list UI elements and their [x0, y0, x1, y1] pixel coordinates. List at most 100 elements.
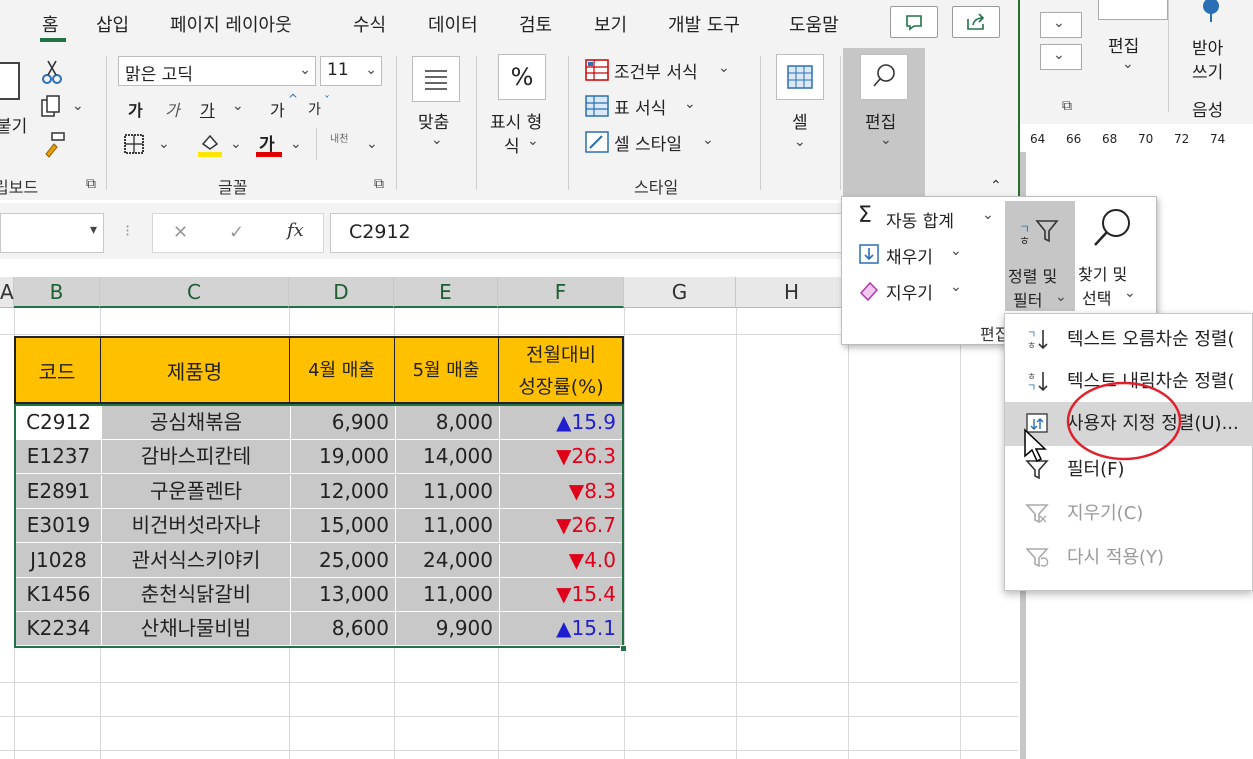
col-header-g[interactable]: G	[624, 277, 736, 308]
cell-may-sales[interactable]: 14,000	[396, 440, 500, 475]
chevron-down-icon[interactable]: ⌄	[1122, 56, 1134, 72]
header-code[interactable]: 코드	[14, 356, 100, 385]
collapse-ribbon-icon[interactable]: ⌃	[990, 178, 1002, 194]
header-may-sales[interactable]: 5월 매출	[394, 356, 498, 382]
cell-code[interactable]: K1456	[16, 578, 102, 612]
cell-code[interactable]: E2891	[16, 474, 102, 509]
chevron-down-icon[interactable]: ⌄	[982, 207, 994, 223]
name-box[interactable]: ▾	[0, 213, 104, 253]
copy-dropdown-chevron-icon[interactable]: ⌄	[72, 98, 84, 114]
font-name-combo[interactable]: 맑은 고딕 ⌄	[118, 56, 316, 86]
tab-view[interactable]: 보기	[594, 11, 627, 37]
cell-product[interactable]: 관서식스키야키	[102, 543, 291, 578]
decrease-font-button[interactable]: 가	[308, 99, 321, 119]
cells-label[interactable]: 셀	[792, 108, 808, 133]
cell-growth[interactable]: ▼4.0	[500, 544, 622, 578]
alignment-label[interactable]: 맞춤	[418, 108, 449, 133]
cell-apr-sales[interactable]: 6,900	[291, 406, 396, 440]
cell-may-sales[interactable]: 24,000	[396, 543, 500, 578]
cell-may-sales[interactable]: 11,000	[396, 474, 500, 509]
cell-product[interactable]: 산채나물비빔	[102, 612, 291, 647]
fill-color-icon[interactable]	[196, 130, 224, 158]
table-row[interactable]: K2234 산채나물비빔 8,600 9,900 ▲15.1	[16, 612, 622, 647]
phonetic-button[interactable]: 내천	[330, 130, 348, 145]
share-button[interactable]	[952, 6, 1000, 38]
copy-icon[interactable]	[38, 94, 68, 120]
cell-code[interactable]: E1237	[16, 440, 102, 475]
find-select-label-2[interactable]: 선택	[1082, 285, 1111, 309]
col-header-d[interactable]: D	[289, 277, 394, 308]
chevron-down-icon[interactable]: ⌄	[1124, 285, 1136, 301]
fill-handle[interactable]	[620, 645, 627, 652]
autosum-button[interactable]: 자동 합계	[886, 207, 954, 232]
format-painter-icon[interactable]	[40, 130, 68, 158]
cell-code[interactable]: C2912	[16, 406, 102, 440]
cell-apr-sales[interactable]: 19,000	[291, 440, 396, 475]
table-format-button[interactable]: 표 서식	[614, 94, 666, 119]
cells-button[interactable]	[776, 54, 824, 100]
col-header-e[interactable]: E	[394, 277, 498, 308]
cell-apr-sales[interactable]: 13,000	[291, 578, 396, 612]
header-growth-2[interactable]: 성장률(%)	[498, 372, 624, 399]
borders-dropdown-chevron-icon[interactable]: ⌄	[158, 136, 170, 152]
col-header-h[interactable]: H	[736, 277, 848, 308]
cell-code[interactable]: K2234	[16, 612, 102, 647]
header-growth-1[interactable]: 전월대비	[498, 340, 624, 367]
table-row[interactable]: E1237 감바스피칸테 19,000 14,000 ▼26.3	[16, 440, 622, 475]
table-row[interactable]: C2912 공심채볶음 6,900 8,000 ▲15.9	[16, 406, 622, 440]
table-row[interactable]: J1028 관서식스키야키 25,000 24,000 ▼4.0	[16, 543, 622, 578]
tab-help[interactable]: 도움말	[789, 11, 839, 37]
chevron-down-icon[interactable]: ⌄	[794, 134, 806, 150]
table-row[interactable]: E2891 구운폴렌타 12,000 11,000 ▼8.3	[16, 474, 622, 509]
chevron-down-icon[interactable]: ⌄	[950, 279, 962, 295]
dictate-label-1[interactable]: 받아	[1192, 34, 1223, 59]
dictate-label-2[interactable]: 쓰기	[1192, 58, 1223, 83]
tab-review[interactable]: 검토	[519, 11, 552, 37]
cell-apr-sales[interactable]: 12,000	[291, 474, 396, 509]
cell-product[interactable]: 구운폴렌타	[102, 474, 291, 509]
increase-font-button[interactable]: 가	[270, 97, 285, 121]
font-color-button[interactable]: 가	[256, 130, 282, 158]
tab-home[interactable]: 홈	[42, 11, 59, 37]
cell-apr-sales[interactable]: 15,000	[291, 509, 396, 544]
cell-growth[interactable]: ▼26.7	[500, 509, 622, 543]
sort-filter-button[interactable]: ㄱㅎ 정렬 및 필터 ⌄	[1005, 201, 1075, 311]
cell-apr-sales[interactable]: 25,000	[291, 543, 396, 578]
cell-product[interactable]: 공심채볶음	[102, 406, 291, 440]
chevron-down-icon[interactable]: ⌄	[684, 96, 696, 112]
cell-code[interactable]: E3019	[16, 509, 102, 544]
cell-growth[interactable]: ▼15.4	[500, 578, 622, 612]
header-apr-sales[interactable]: 4월 매출	[289, 356, 394, 382]
enter-icon[interactable]: ✓	[229, 222, 244, 243]
col-header-a[interactable]: A	[0, 277, 14, 308]
cell-may-sales[interactable]: 11,000	[396, 578, 500, 612]
editing-button[interactable]: 편집 ⌄	[843, 48, 925, 198]
alignment-button[interactable]	[412, 56, 460, 102]
italic-button[interactable]: 가	[165, 97, 180, 121]
cell-style-button[interactable]: 셀 스타일	[614, 130, 682, 155]
cut-icon[interactable]	[38, 58, 66, 86]
col-header-b[interactable]: B	[14, 277, 100, 308]
number-format-label[interactable]: 표시 형	[490, 108, 542, 133]
find-icon[interactable]	[1086, 205, 1136, 255]
clear-button[interactable]: 지우기	[886, 279, 933, 304]
cell-product[interactable]: 춘천식닭갈비	[102, 578, 291, 612]
number-format-button[interactable]: %	[498, 54, 546, 100]
cell-may-sales[interactable]: 11,000	[396, 509, 500, 544]
cell-growth[interactable]: ▼8.3	[500, 475, 622, 509]
find-select-label-1[interactable]: 찾기 및	[1078, 261, 1127, 285]
chevron-down-icon[interactable]: ⌄	[950, 243, 962, 259]
tab-insert[interactable]: 삽입	[96, 11, 129, 37]
right-edit-icon-box[interactable]	[1098, 0, 1168, 20]
bold-button[interactable]: 가	[128, 97, 143, 121]
chevron-down-icon[interactable]: ⌄	[702, 132, 714, 148]
borders-icon[interactable]	[122, 132, 148, 156]
font-launcher-icon[interactable]: ⧉	[374, 176, 384, 192]
col-header-c[interactable]: C	[100, 277, 289, 308]
conditional-format-button[interactable]: 조건부 서식	[614, 58, 698, 83]
comments-button[interactable]	[890, 6, 938, 38]
launcher-icon[interactable]: ⧉	[1062, 98, 1072, 114]
menu-item-sort-asc[interactable]: ㄱㅎ 텍스트 오름차순 정렬(	[1005, 320, 1253, 360]
font-color-dropdown-chevron-icon[interactable]: ⌄	[290, 136, 302, 152]
format-button[interactable]: ⌄	[1040, 12, 1082, 38]
